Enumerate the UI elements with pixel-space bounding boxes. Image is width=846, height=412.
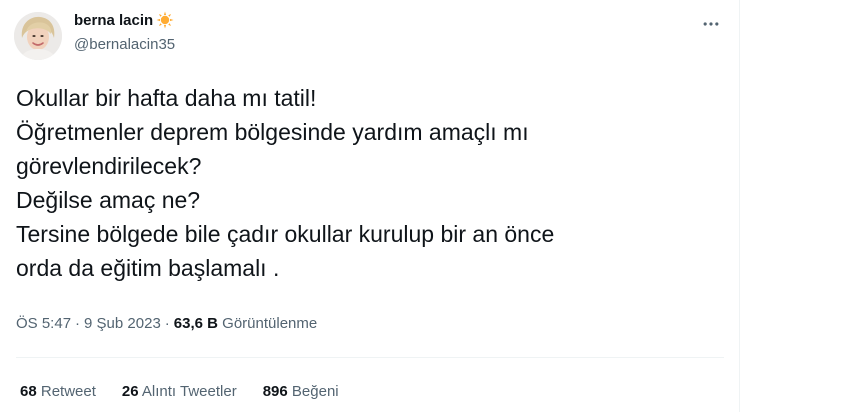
tweet-meta: ÖS 5:47 · 9 Şub 2023 · 63,6 B Görüntülen… [16,315,317,332]
tweet-text-line: orda da eğitim başlamalı . [16,255,280,281]
sun-emoji-icon [156,11,174,29]
tweet-text-line: Öğretmenler deprem bölgesinde yardım ama… [16,119,529,145]
quote-tweets-count: 26 [121,383,139,400]
author-name-row[interactable]: berna lacin [74,11,174,29]
tweet-time[interactable]: ÖS 5:47 [16,315,71,332]
tweet-text-line: Tersine bölgede bile çadır okullar kurul… [16,221,555,247]
author-display-name[interactable]: berna lacin [74,12,153,29]
tweet-text-line: Değilse amaç ne? [16,187,201,213]
views-label: Görüntülenme [222,315,318,332]
tweet-date[interactable]: 9 Şub 2023 [84,315,161,332]
profile-photo [14,12,62,60]
tweet-text: Okullar bir hafta daha mı tatil! Öğretme… [16,81,716,285]
likes-stat[interactable]: 896 Beğeni [263,383,339,400]
retweets-label: Retweet [40,383,96,400]
meta-separator: · [164,315,170,332]
quote-tweets-label: Alıntı Tweetler [141,383,237,400]
likes-count: 896 [262,383,288,400]
tweet-text-line: Okullar bir hafta daha mı tatil! [16,85,317,111]
retweets-stat[interactable]: 68 Retweet [20,383,96,400]
divider [16,357,724,358]
tweet-container: berna lacin @bernalacin35 Okullar bir ha… [0,0,740,412]
quote-tweets-stat[interactable]: 26 Alıntı Tweetler [122,383,237,400]
views-count: 63,6 B [173,315,218,332]
avatar[interactable] [14,12,62,60]
likes-label: Beğeni [291,383,339,400]
tweet-text-line: görevlendirilecek? [16,153,202,179]
meta-separator: · [75,315,81,332]
more-options-button[interactable] [694,7,728,41]
tweet-stats: 68 Retweet 26 Alıntı Tweetler 896 Beğeni [20,383,339,400]
more-horizontal-icon [703,22,719,26]
author-handle[interactable]: @bernalacin35 [74,36,175,53]
retweets-count: 68 [20,383,37,400]
